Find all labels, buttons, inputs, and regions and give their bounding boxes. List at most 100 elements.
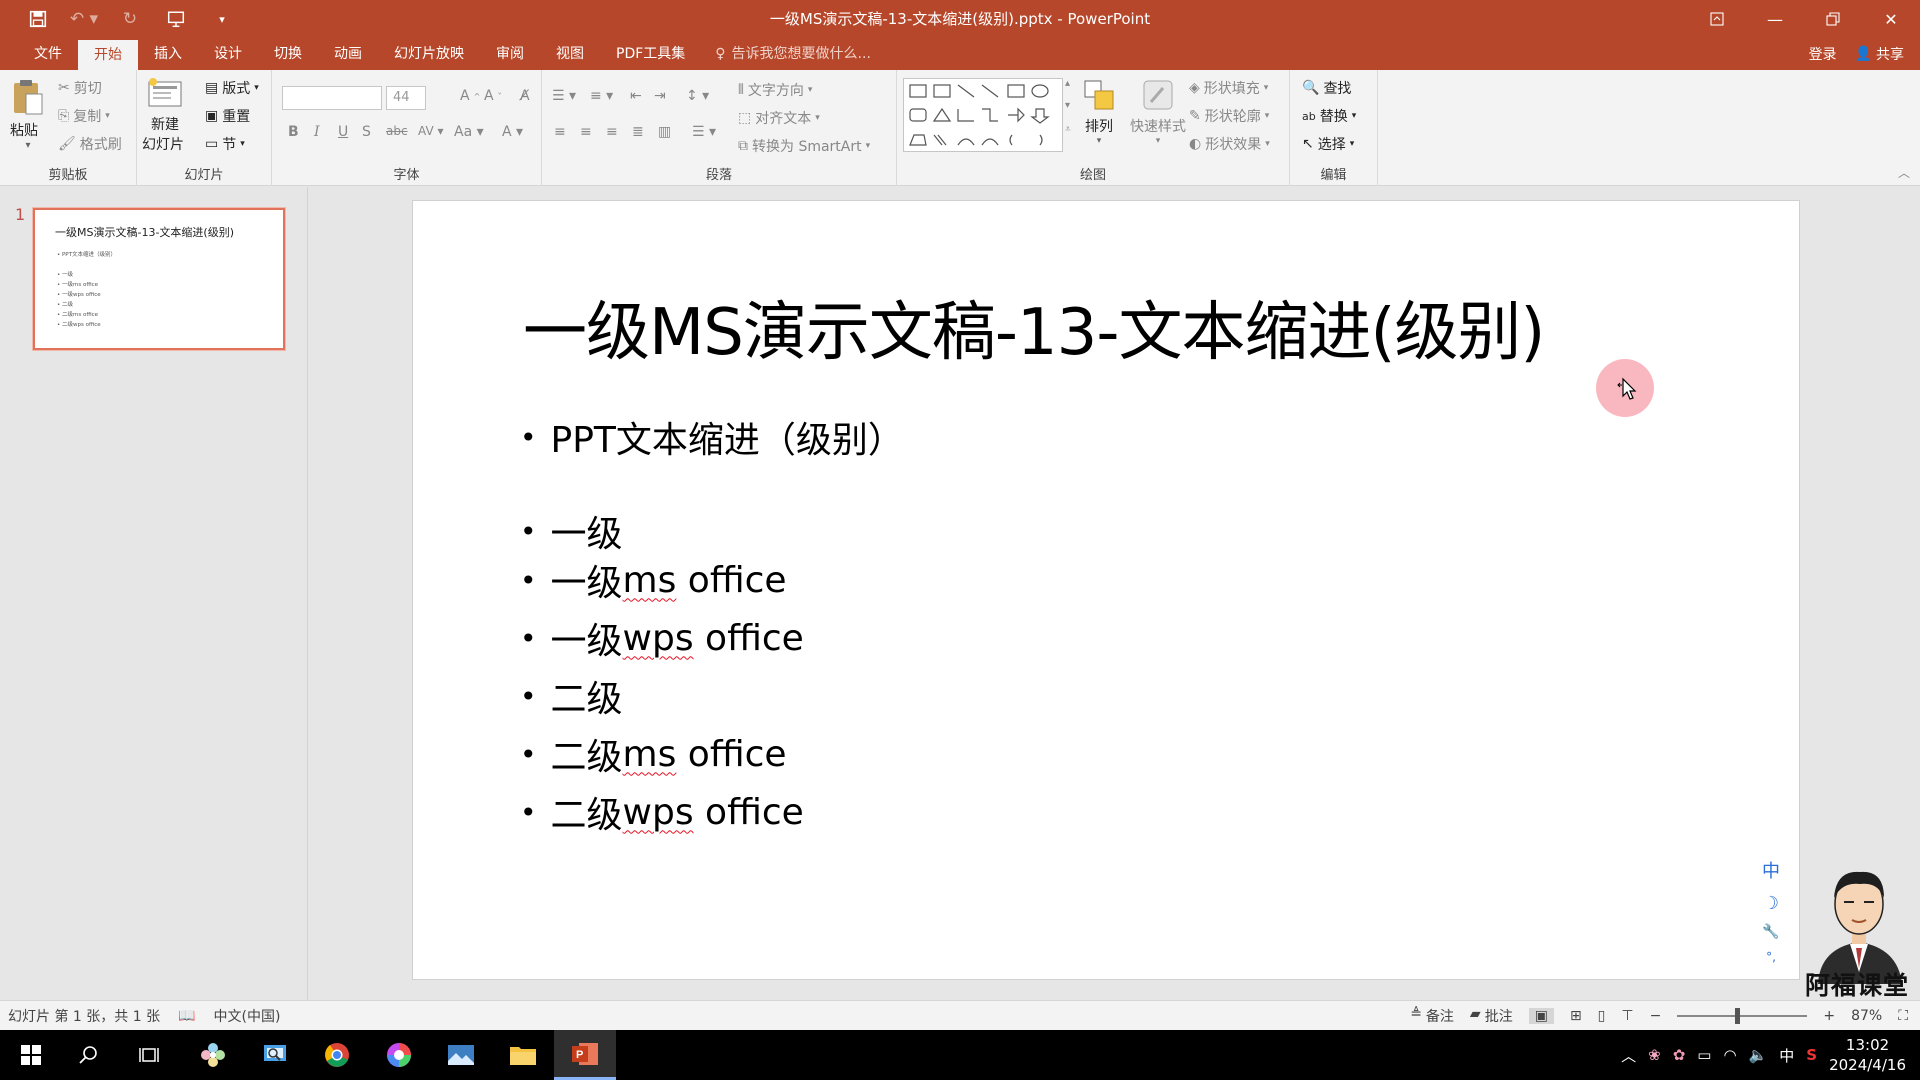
app-flower-icon[interactable] — [182, 1030, 244, 1080]
tell-me-search[interactable]: ♀ 告诉我您想要做什么... — [701, 38, 871, 70]
numbering-button[interactable]: ≡ ▾ — [590, 88, 613, 104]
bullet-item[interactable]: • PPT文本缩进（级别） — [520, 411, 904, 463]
slide-canvas[interactable]: 一级MS演示文稿-13-文本缩进(级别) • PPT文本缩进（级别） • 一级 … — [412, 200, 1800, 980]
ribbon-display-options-button[interactable] — [1688, 0, 1746, 38]
share-button[interactable]: 👤 共享 — [1855, 44, 1904, 64]
reset-button[interactable]: ▣ 重置 — [205, 106, 250, 126]
collapse-ribbon-button[interactable]: ︿ — [1898, 164, 1910, 181]
search-button[interactable] — [58, 1030, 120, 1080]
bullet-item[interactable]: • 二级 ms office — [520, 728, 787, 780]
shapes-gallery[interactable] — [903, 78, 1063, 152]
close-button[interactable]: ✕ — [1862, 0, 1920, 38]
align-right-button[interactable]: ≡ — [606, 124, 618, 140]
chrome-app[interactable] — [306, 1030, 368, 1080]
photos-app[interactable] — [430, 1030, 492, 1080]
section-button[interactable]: ▭ 节 ▾ — [205, 134, 245, 154]
replace-button[interactable]: ab 替换 ▾ — [1302, 106, 1356, 126]
format-painter-button[interactable]: 🖌 格式刷 — [58, 134, 122, 154]
align-left-button[interactable]: ≡ — [554, 124, 566, 140]
color-app[interactable] — [368, 1030, 430, 1080]
customize-qat-button[interactable]: ▾ — [202, 0, 242, 38]
increase-indent-button[interactable]: ⇥ — [654, 88, 666, 104]
clock[interactable]: 13:02 2024/4/16 — [1829, 1035, 1906, 1075]
ime-indicator[interactable]: 中 — [1779, 1045, 1794, 1066]
paragraph-spacing-button[interactable]: ☰ ▾ — [692, 124, 716, 140]
undo-button[interactable]: ↶ ▾ — [64, 0, 104, 38]
select-button[interactable]: ↖ 选择 ▾ — [1302, 134, 1354, 154]
align-center-button[interactable]: ≡ — [580, 124, 592, 140]
file-explorer-app[interactable] — [492, 1030, 554, 1080]
volume-icon[interactable]: 🔈 — [1749, 1046, 1768, 1064]
sogou-icon[interactable]: S — [1806, 1046, 1817, 1064]
convert-smartart-button[interactable]: ⧉ 转换为 SmartArt ▾ — [738, 136, 870, 156]
bullet-item[interactable]: • 一级 ms office — [520, 554, 787, 606]
save-button[interactable] — [18, 0, 58, 38]
shape-outline-button[interactable]: ✎ 形状轮廓 ▾ — [1189, 106, 1269, 126]
shrink-font-button[interactable]: A ˅ — [484, 88, 502, 104]
shape-fill-button[interactable]: ◈ 形状填充 ▾ — [1189, 78, 1268, 98]
normal-view-button[interactable]: ▣ — [1528, 1008, 1554, 1024]
moon-icon[interactable]: ☽ — [1763, 893, 1779, 914]
wrench-icon[interactable]: 🔧 — [1762, 924, 1779, 940]
shadow-button[interactable]: S — [362, 124, 371, 140]
zoom-slider[interactable] — [1677, 1008, 1808, 1024]
italic-button[interactable]: I — [314, 124, 320, 140]
underline-button[interactable]: U — [338, 124, 348, 140]
login-link[interactable]: 登录 — [1809, 44, 1837, 64]
flower-tray-icon[interactable]: ✿ — [1673, 1046, 1686, 1064]
chevron-up-icon[interactable]: ︿ — [1621, 1045, 1636, 1066]
wifi-icon[interactable]: ◠ — [1723, 1046, 1736, 1064]
arrange-button[interactable]: 排列 ▾ — [1077, 78, 1121, 146]
font-name-box[interactable] — [282, 86, 382, 110]
tab-animations[interactable]: 动画 — [318, 38, 378, 70]
minimize-button[interactable]: — — [1746, 0, 1804, 38]
change-case-button[interactable]: Aa ▾ — [454, 124, 484, 140]
font-color-button[interactable]: A ▾ — [502, 124, 523, 140]
app-magnifier-icon[interactable] — [244, 1030, 306, 1080]
start-slideshow-button[interactable] — [156, 0, 196, 38]
powerpoint-app[interactable]: P — [554, 1030, 616, 1080]
paste-button[interactable]: 粘贴 ▾ — [10, 78, 46, 151]
tab-pdf-tools[interactable]: PDF工具集 — [600, 38, 701, 70]
find-button[interactable]: 🔍 查找 — [1302, 78, 1351, 98]
text-direction-button[interactable]: ⫴ 文字方向 ▾ — [738, 80, 812, 100]
zoom-slider-thumb[interactable] — [1735, 1008, 1741, 1024]
language-indicator[interactable]: 中文(中国) — [214, 1006, 281, 1026]
redo-button[interactable]: ↻ — [110, 0, 150, 38]
copy-button[interactable]: ⎘ 复制 ▾ — [58, 106, 110, 126]
chinese-ime-icon[interactable]: 中 — [1762, 857, 1780, 883]
shape-effects-button[interactable]: ◐ 形状效果 ▾ — [1189, 134, 1270, 154]
justify-button[interactable]: ≣ — [632, 124, 644, 140]
tab-transitions[interactable]: 切换 — [258, 38, 318, 70]
tab-file[interactable]: 文件 — [18, 38, 78, 70]
punctuation-icon[interactable]: °, — [1766, 950, 1776, 964]
slideshow-view-button[interactable]: ⊤ — [1621, 1008, 1633, 1024]
reading-view-button[interactable]: ▯ — [1598, 1008, 1606, 1024]
shapes-scroll-down[interactable]: ▾ — [1065, 100, 1070, 111]
zoom-out-button[interactable]: − — [1650, 1008, 1662, 1024]
tab-view[interactable]: 视图 — [540, 38, 600, 70]
zoom-in-button[interactable]: + — [1823, 1008, 1835, 1024]
strikethrough-button[interactable]: abc — [386, 124, 408, 138]
columns-button[interactable]: ▥ — [658, 124, 671, 140]
tab-insert[interactable]: 插入 — [138, 38, 198, 70]
zoom-level[interactable]: 87% — [1851, 1008, 1882, 1024]
grow-font-button[interactable]: A ^ — [460, 88, 480, 104]
bullet-item[interactable]: • 二级 wps office — [520, 786, 804, 838]
new-slide-button[interactable]: 新建 幻灯片 — [142, 76, 187, 154]
bullets-button[interactable]: ☰ ▾ — [552, 88, 576, 104]
comments-button[interactable]: ▰ 批注 — [1470, 1006, 1513, 1026]
shapes-more[interactable]: ⩡ — [1065, 124, 1071, 135]
cut-button[interactable]: ✂ 剪切 — [58, 78, 102, 98]
spellcheck-icon[interactable]: 📖 — [178, 1008, 195, 1024]
font-size-box[interactable]: 44 — [386, 86, 426, 110]
notes-button[interactable]: ≜ 备注 — [1410, 1006, 1454, 1026]
tab-home[interactable]: 开始 — [78, 40, 138, 70]
decrease-indent-button[interactable]: ⇤ — [630, 88, 642, 104]
quick-styles-button[interactable]: 快速样式 ▾ — [1123, 78, 1193, 146]
shapes-scroll-up[interactable]: ▴ — [1065, 78, 1070, 89]
app-tray-icon[interactable]: ❀ — [1648, 1046, 1661, 1064]
tab-slideshow[interactable]: 幻灯片放映 — [378, 38, 480, 70]
bullet-item[interactable]: • 一级 — [520, 505, 623, 557]
char-spacing-button[interactable]: AV ▾ — [418, 124, 444, 138]
